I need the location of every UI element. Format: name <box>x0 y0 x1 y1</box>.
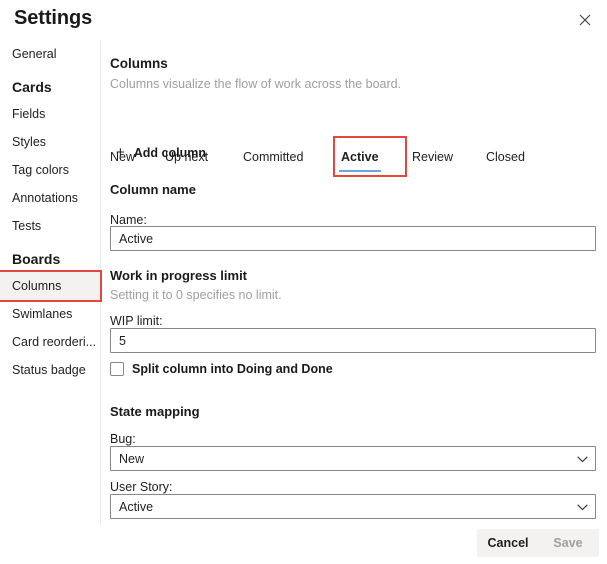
tab-label: Closed <box>486 150 525 164</box>
tab-label: Review <box>412 150 453 164</box>
state-mapping-section-title: State mapping <box>110 404 200 419</box>
page-title: Settings <box>14 7 93 29</box>
sidebar-item-label: General <box>12 47 57 61</box>
dialog-header: Settings <box>0 0 607 40</box>
tab-new[interactable]: New <box>106 145 139 174</box>
user-story-state-select[interactable]: Active <box>110 494 596 519</box>
save-button: Save <box>537 529 599 557</box>
columns-heading: Columns <box>110 56 168 71</box>
tab-active-underline <box>339 170 381 172</box>
tab-review[interactable]: Review <box>408 145 457 174</box>
close-icon <box>579 14 591 26</box>
settings-sidebar: General Cards Fields Styles Tag colors A… <box>0 40 102 384</box>
close-button[interactable] <box>571 6 599 34</box>
bug-field-label: Bug: <box>110 432 136 446</box>
dialog-footer: Cancel Save <box>0 525 607 564</box>
bug-state-select-value[interactable]: New <box>110 446 596 471</box>
columns-description: Columns visualize the flow of work acros… <box>110 77 402 91</box>
tab-label: Up next <box>165 150 209 164</box>
sidebar-item-label: Card reorderi... <box>12 335 97 349</box>
sidebar-group-cards: Cards <box>0 68 100 100</box>
sidebar-group-label: Cards <box>12 79 52 95</box>
sidebar-group-label: Boards <box>12 251 61 267</box>
sidebar-item-label: Tests <box>12 219 42 233</box>
tab-label: Committed <box>243 150 304 164</box>
name-field-label: Name: <box>110 213 147 227</box>
tab-committed[interactable]: Committed <box>239 145 307 174</box>
tab-closed[interactable]: Closed <box>482 145 529 174</box>
column-name-section-title: Column name <box>110 182 196 197</box>
sidebar-item-annotations[interactable]: Annotations <box>0 184 100 212</box>
split-column-label: Split column into Doing and Done <box>132 362 333 376</box>
split-column-checkbox-row[interactable]: Split column into Doing and Done <box>110 362 333 376</box>
settings-main-panel: Columns Columns visualize the flow of wo… <box>94 40 607 525</box>
wip-limit-label: WIP limit: <box>110 314 163 328</box>
tab-active[interactable]: Active <box>337 145 383 174</box>
column-tabs: New Up next Committed Active Review Clos… <box>101 134 607 179</box>
user-story-state-select-value[interactable]: Active <box>110 494 596 519</box>
sidebar-item-styles[interactable]: Styles <box>0 128 100 156</box>
sidebar-item-general[interactable]: General <box>0 40 100 68</box>
bug-state-select[interactable]: New <box>110 446 596 471</box>
sidebar-item-fields[interactable]: Fields <box>0 100 100 128</box>
sidebar-item-tag-colors[interactable]: Tag colors <box>0 156 100 184</box>
sidebar-item-label: Status badge <box>12 363 86 377</box>
sidebar-item-label: Fields <box>12 107 46 121</box>
sidebar-item-status-badge[interactable]: Status badge <box>0 356 100 384</box>
sidebar-item-card-reordering[interactable]: Card reorderi... <box>0 328 100 356</box>
wip-helper-text: Setting it to 0 specifies no limit. <box>110 288 282 302</box>
name-input[interactable] <box>110 226 596 251</box>
wip-section-title: Work in progress limit <box>110 268 248 283</box>
sidebar-item-swimlanes[interactable]: Swimlanes <box>0 300 100 328</box>
sidebar-group-boards: Boards <box>0 240 100 272</box>
sidebar-item-label: Swimlanes <box>12 307 73 321</box>
user-story-field-label: User Story: <box>110 480 173 494</box>
wip-limit-input[interactable] <box>110 328 596 353</box>
sidebar-item-tests[interactable]: Tests <box>0 212 100 240</box>
tab-label: Active <box>341 150 379 164</box>
split-column-checkbox[interactable] <box>110 362 124 376</box>
sidebar-item-columns[interactable]: Columns <box>0 270 102 302</box>
sidebar-item-label: Annotations <box>12 191 79 205</box>
sidebar-item-label: Columns <box>12 279 62 293</box>
tab-up-next[interactable]: Up next <box>161 145 212 174</box>
cancel-button[interactable]: Cancel <box>477 529 539 557</box>
tab-label: New <box>110 150 136 164</box>
sidebar-item-label: Styles <box>12 135 47 149</box>
sidebar-item-label: Tag colors <box>12 163 69 177</box>
